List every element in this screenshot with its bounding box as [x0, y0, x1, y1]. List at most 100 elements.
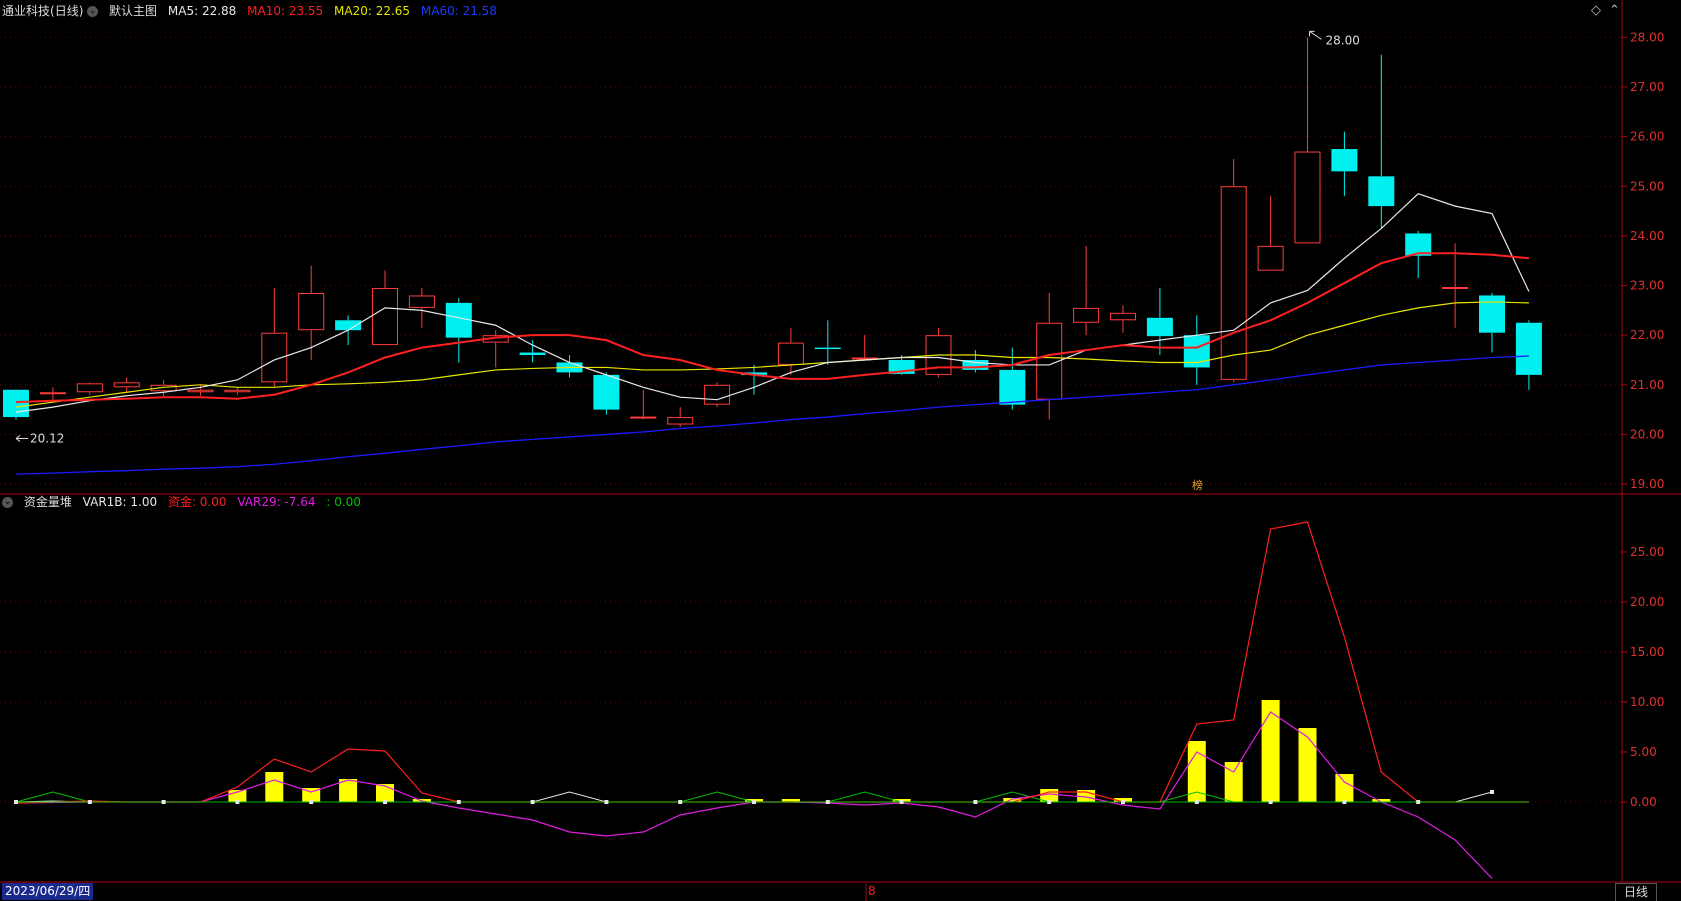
- var1b-dot: [899, 800, 904, 804]
- candle-body: [1442, 287, 1469, 290]
- var1b-dot: [604, 800, 609, 804]
- candle-body: [39, 392, 66, 395]
- candle-body: [667, 417, 694, 425]
- date-label: 2023/06/29/四: [2, 883, 94, 900]
- stock-name[interactable]: 通业科技(日线): [2, 4, 83, 18]
- var1b-dot: [87, 800, 92, 804]
- tick-label: 10.00: [1630, 695, 1664, 709]
- template-selector[interactable]: ⌄ 默认主图: [87, 4, 157, 18]
- candle-body: [1220, 186, 1247, 380]
- candle: [1110, 305, 1136, 333]
- candle-body: [1331, 149, 1358, 172]
- tick-label: 19.00: [1630, 477, 1664, 491]
- candle: [298, 265, 325, 360]
- var1b-dot: [161, 800, 166, 804]
- candle: [1183, 315, 1210, 385]
- high-arrow-icon: [1309, 30, 1322, 40]
- tick-label: 22.00: [1630, 328, 1664, 342]
- indicator-selector[interactable]: ⌄ 资金量堆: [2, 495, 72, 509]
- tick-label: 25.00: [1630, 545, 1664, 559]
- candle-body: [1368, 176, 1395, 207]
- main-header: 通业科技(日线) ⌄ 默认主图 MA5: 22.88 MA10: 23.55 M…: [2, 3, 504, 19]
- candle: [482, 330, 509, 368]
- var1b-dot: [1121, 800, 1125, 804]
- var29-label: VAR29: -7.64: [237, 495, 316, 509]
- tick-label: 25.00: [1630, 179, 1664, 193]
- var1b-dot: [825, 800, 830, 804]
- candle: [1257, 196, 1284, 271]
- var1b-dot: [456, 800, 461, 804]
- candle: [1294, 37, 1321, 244]
- candle-body: [3, 389, 29, 418]
- var1b-dot: [309, 800, 314, 804]
- candle: [925, 327, 952, 378]
- var1b-dot: [1490, 790, 1494, 794]
- candle: [851, 335, 878, 360]
- tick-label: 24.00: [1630, 229, 1664, 243]
- candle: [1073, 245, 1100, 336]
- var1b-dot: [678, 800, 683, 804]
- var1b-dot: [973, 800, 978, 804]
- vol-bar: [1261, 700, 1280, 802]
- period-tab[interactable]: 日线: [1614, 883, 1657, 901]
- vol-bar: [1187, 741, 1206, 802]
- ma5-label: MA5: 22.88: [167, 4, 237, 18]
- chart-canvas[interactable]: 19.00 20.00 21.00 22.00 23.00 24.00 25.00 26.00…: [0, 0, 1681, 901]
- maximize-icon[interactable]: ⌃: [1609, 3, 1620, 18]
- candle-body: [593, 374, 620, 410]
- vol-bar: [376, 784, 394, 802]
- tick-label: 23.00: [1630, 279, 1664, 293]
- candle: [39, 387, 66, 400]
- candle-body: [372, 288, 398, 346]
- sub-header: ⌄ 资金量堆 VAR1B: 1.00 资金: 0.00 VAR29: -7.64…: [2, 494, 368, 510]
- var1b-dot: [1342, 800, 1347, 804]
- candle: [704, 382, 731, 408]
- tick-label: 27.00: [1630, 80, 1664, 94]
- candle: [224, 387, 251, 395]
- candle: [445, 297, 472, 363]
- candle-body: [1110, 312, 1136, 321]
- candle: [113, 377, 140, 393]
- candle: [1442, 243, 1469, 328]
- candle: [519, 340, 546, 363]
- candle-body: [1515, 322, 1542, 375]
- high-label: 28.00: [1326, 33, 1360, 47]
- var1b-label: VAR1B: 1.00: [82, 495, 158, 509]
- vol-bar: [1298, 728, 1317, 802]
- candle-body: [814, 347, 841, 350]
- candle-body: [298, 292, 325, 331]
- candle: [3, 389, 29, 420]
- var1b-dot: [1194, 800, 1199, 804]
- candle-body: [1146, 317, 1173, 337]
- chevron-down-icon: ⌄: [2, 497, 13, 508]
- low-label: 20.12: [30, 431, 64, 445]
- zijin-label: 资金: 0.00: [167, 495, 227, 509]
- candle-body: [1294, 151, 1321, 244]
- indicator-axis: 0.00 5.00 10.00 15.00 20.00 25.00: [1622, 545, 1664, 809]
- var1b-dot: [383, 800, 387, 804]
- tick-label: 26.00: [1630, 130, 1664, 144]
- var1b-dot: [1416, 800, 1421, 804]
- candle: [1146, 288, 1173, 356]
- extra-label: : 0.00: [326, 495, 361, 509]
- sub-grid: [0, 551, 1681, 883]
- candle: [76, 382, 103, 395]
- candle-body: [76, 383, 103, 393]
- tag-label: 榜: [1192, 478, 1203, 492]
- price-axis: 19.00 20.00 21.00 22.00 23.00 24.00 25.00 26.00…: [1622, 30, 1664, 491]
- candle: [814, 320, 841, 365]
- tick-label: 20.00: [1630, 427, 1664, 441]
- tick-label: 28.00: [1630, 30, 1664, 44]
- tick-label: 0.00: [1630, 795, 1657, 809]
- candle-body: [224, 389, 251, 393]
- diamond-icon[interactable]: ◇: [1591, 3, 1601, 18]
- tick-label: 20.00: [1630, 595, 1664, 609]
- candle-body: [999, 369, 1026, 405]
- candle-body: [187, 389, 214, 393]
- ma20-label: MA20: 22.65: [334, 4, 411, 18]
- candle-body: [1257, 245, 1284, 271]
- ma60-label: MA60: 21.58: [420, 4, 497, 18]
- candle: [1515, 320, 1542, 390]
- candle-series: [3, 37, 1542, 427]
- var1b-dot: [752, 800, 756, 804]
